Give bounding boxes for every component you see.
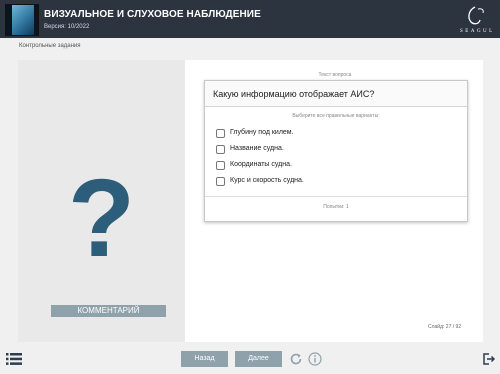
- slide-counter: Слайд: 27 / 92: [428, 324, 462, 330]
- instruction-text: Выберите все правильные варианты:: [292, 113, 380, 119]
- breadcrumb: Контрольные задания: [19, 43, 81, 49]
- answer-label: Курс и скорость судна.: [230, 177, 304, 184]
- reload-icon[interactable]: [289, 352, 303, 366]
- app-header: ВИЗУАЛЬНОЕ И СЛУХОВОЕ НАБЛЮДЕНИЕ Версия:…: [0, 0, 500, 38]
- answer-checkbox[interactable]: [216, 161, 225, 170]
- answer-label: Координаты судна.: [230, 161, 292, 168]
- question-header: Какую информацию отображает АИС?: [205, 81, 467, 107]
- question-card: Какую информацию отображает АИС? Выберит…: [204, 80, 468, 222]
- answer-label: Название судна.: [230, 145, 284, 152]
- answer-checkbox[interactable]: [216, 177, 225, 186]
- course-title: ВИЗУАЛЬНОЕ И СЛУХОВОЕ НАБЛЮДЕНИЕ: [44, 9, 261, 20]
- course-version: Версия: 10/2022: [44, 24, 90, 30]
- comment-button[interactable]: КОММЕНТАРИЙ: [51, 305, 166, 317]
- answer-checkbox[interactable]: [216, 129, 225, 138]
- question-text-label: Текст вопроса: [318, 72, 352, 78]
- svg-text:SEAGULL: SEAGULL: [460, 29, 492, 34]
- answer-label: Глубину под килем.: [230, 129, 294, 136]
- card-divider: [205, 196, 467, 197]
- back-button[interactable]: Назад: [181, 351, 228, 367]
- content-panel: ? КОММЕНТАРИЙ Текст вопроса Какую информ…: [18, 60, 483, 342]
- exit-icon[interactable]: [483, 353, 495, 365]
- list-menu-icon[interactable]: [6, 353, 22, 365]
- comment-panel: ? КОММЕНТАРИЙ: [18, 60, 185, 342]
- attempts-counter: Попытки: 1: [323, 204, 349, 210]
- question-mark-graphic: ?: [67, 157, 136, 280]
- answer-checkbox[interactable]: [216, 145, 225, 154]
- seagull-logo-icon: SEAGULL: [460, 6, 492, 34]
- question-text: Какую информацию отображает АИС?: [213, 89, 375, 99]
- course-thumbnail: [5, 4, 39, 36]
- next-button[interactable]: Далее: [235, 351, 282, 367]
- info-icon[interactable]: [308, 352, 322, 366]
